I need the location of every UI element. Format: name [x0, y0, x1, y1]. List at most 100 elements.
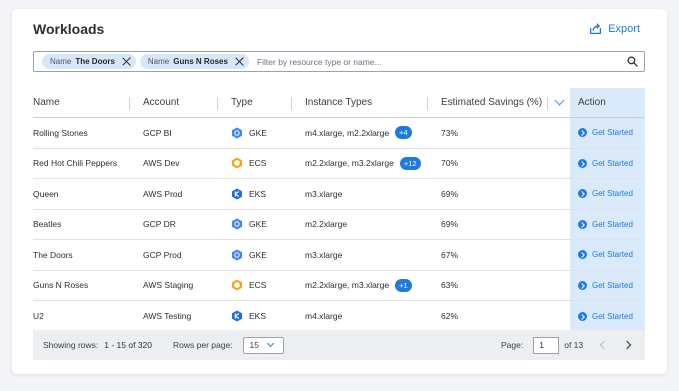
- page-number-input[interactable]: [533, 336, 560, 354]
- column-divider[interactable]: [129, 97, 130, 110]
- showing-value: 1 - 15 of 320: [104, 340, 153, 350]
- chip-value: Guns N Roses: [173, 57, 228, 66]
- cell-action: Get Started: [578, 210, 633, 240]
- eks-icon: [232, 188, 242, 200]
- rows-per-page-select[interactable]: 15: [242, 336, 284, 354]
- previous-page-icon[interactable]: [595, 338, 609, 352]
- cell-account: AWS Dev: [143, 158, 180, 169]
- page-title: Workloads: [33, 21, 105, 37]
- cell-account: AWS Staging: [143, 280, 194, 291]
- cell-type: ECS: [231, 149, 266, 179]
- column-divider[interactable]: [291, 97, 292, 110]
- column-header-account[interactable]: Account: [143, 88, 179, 117]
- cell-type: GKE: [231, 210, 267, 240]
- more-instances-badge[interactable]: +4: [395, 126, 412, 140]
- get-started-label: Get Started: [592, 311, 633, 321]
- cell-action: Get Started: [578, 179, 633, 209]
- rows-summary: Showing rows: 1 - 15 of 320: [43, 340, 152, 350]
- cell-savings: 69%: [441, 219, 459, 230]
- arrow-circle-icon: [578, 128, 587, 138]
- export-button[interactable]: Export: [589, 22, 640, 35]
- column-header-savings[interactable]: Estimated Savings (%): [441, 88, 542, 117]
- cell-type: EKS: [231, 301, 266, 332]
- more-instances-badge[interactable]: +1: [395, 278, 412, 292]
- get-started-label: Get Started: [592, 128, 633, 138]
- table-footer: Showing rows: 1 - 15 of 320 Rows per page…: [33, 330, 645, 360]
- get-started-button[interactable]: Get Started: [578, 250, 633, 260]
- search-icon[interactable]: [627, 56, 638, 67]
- table-row[interactable]: Rolling Stones GCP BI GKE m4.xlarge, m2.…: [33, 118, 645, 149]
- type-label: GKE: [249, 219, 267, 230]
- table-row[interactable]: Red Hot Chili Peppers AWS Dev ECS m2.2xl…: [33, 149, 645, 179]
- cell-savings: 73%: [441, 127, 459, 138]
- cell-instance-types: m2.2xlarge, m3.xlarge +1: [305, 271, 412, 301]
- get-started-button[interactable]: Get Started: [578, 219, 633, 229]
- table-row[interactable]: U2 AWS Testing EKS m4.xlarge 62% Get Sta…: [33, 301, 645, 332]
- cell-instance-types: m2.2xlarge: [305, 210, 347, 240]
- type-label: EKS: [249, 311, 267, 322]
- remove-chip-icon[interactable]: [235, 57, 244, 66]
- arrow-circle-icon: [578, 311, 587, 321]
- cell-instance-types: m2.2xlarge, m3.2xlarge +12: [305, 149, 421, 179]
- get-started-label: Get Started: [592, 189, 633, 199]
- cell-type: GKE: [231, 240, 267, 270]
- instance-types-text: m3.xlarge: [305, 188, 343, 199]
- table-row[interactable]: Guns N Roses AWS Staging ECS m2.2xlarge,…: [33, 271, 645, 301]
- cell-name: The Doors: [33, 249, 73, 260]
- cell-account: AWS Testing: [143, 311, 192, 322]
- column-divider[interactable]: [427, 97, 428, 110]
- get-started-button[interactable]: Get Started: [578, 311, 633, 321]
- filter-input[interactable]: [256, 53, 627, 70]
- cell-name: Beatles: [33, 219, 62, 230]
- eks-icon: [232, 310, 242, 322]
- workloads-table: Name Account Type Instance Types Estimat…: [33, 88, 645, 332]
- cell-account: GCP DR: [143, 219, 176, 230]
- gke-icon: [232, 249, 242, 261]
- rows-per-page: Rows per page: 15: [173, 336, 284, 354]
- instance-types-text: m2.2xlarge, m3.xlarge: [305, 280, 390, 291]
- column-divider[interactable]: [217, 97, 218, 110]
- cell-type: EKS: [231, 179, 266, 209]
- column-header-name[interactable]: Name: [33, 88, 60, 117]
- chevron-down-icon: [554, 95, 565, 106]
- cell-account: GCP Prod: [143, 249, 182, 260]
- cell-instance-types: m4.xlarge, m2.2xlarge +4: [305, 118, 412, 148]
- column-header-instance-types[interactable]: Instance Types: [305, 88, 372, 117]
- pagination: Page: of 13: [501, 336, 583, 354]
- table-row[interactable]: The Doors GCP Prod GKE m3.xlarge 67% Get…: [33, 240, 645, 271]
- table-row[interactable]: Queen AWS Prod EKS m3.xlarge 69% Get Sta…: [33, 179, 645, 210]
- cell-name: Red Hot Chili Peppers: [33, 158, 118, 169]
- table-row[interactable]: Beatles GCP DR GKE m2.2xlarge 69% Get St…: [33, 210, 645, 240]
- column-header-type[interactable]: Type: [231, 88, 253, 117]
- remove-chip-icon[interactable]: [122, 57, 131, 66]
- get-started-button[interactable]: Get Started: [578, 189, 633, 199]
- chevron-down-icon: [266, 339, 275, 348]
- chip-value: The Doors: [75, 57, 115, 66]
- cell-action: Get Started: [578, 240, 633, 270]
- cell-action: Get Started: [578, 149, 633, 179]
- cell-action: Get Started: [578, 271, 633, 301]
- cell-savings: 62%: [441, 311, 459, 322]
- type-label: EKS: [249, 188, 267, 199]
- sort-toggle[interactable]: [552, 88, 565, 117]
- arrow-circle-icon: [578, 158, 587, 168]
- arrow-circle-icon: [578, 250, 587, 260]
- export-icon: [590, 23, 602, 35]
- chip-key: Name: [147, 57, 170, 66]
- cell-instance-types: m3.xlarge: [305, 240, 342, 270]
- get-started-button[interactable]: Get Started: [578, 158, 633, 168]
- more-instances-badge[interactable]: +12: [399, 156, 421, 170]
- get-started-button[interactable]: Get Started: [578, 280, 633, 290]
- arrow-circle-icon: [578, 280, 587, 290]
- filter-chip: Name Guns N Roses: [139, 54, 249, 69]
- export-label: Export: [608, 22, 640, 35]
- next-page-icon[interactable]: [622, 338, 636, 352]
- ecs-icon: [232, 279, 242, 291]
- column-divider[interactable]: [547, 97, 548, 110]
- cell-type: ECS: [231, 271, 266, 301]
- type-label: ECS: [249, 158, 267, 169]
- gke-icon: [232, 218, 242, 230]
- get-started-button[interactable]: Get Started: [578, 128, 633, 138]
- gke-icon: [232, 127, 242, 139]
- cell-savings: 67%: [441, 249, 459, 260]
